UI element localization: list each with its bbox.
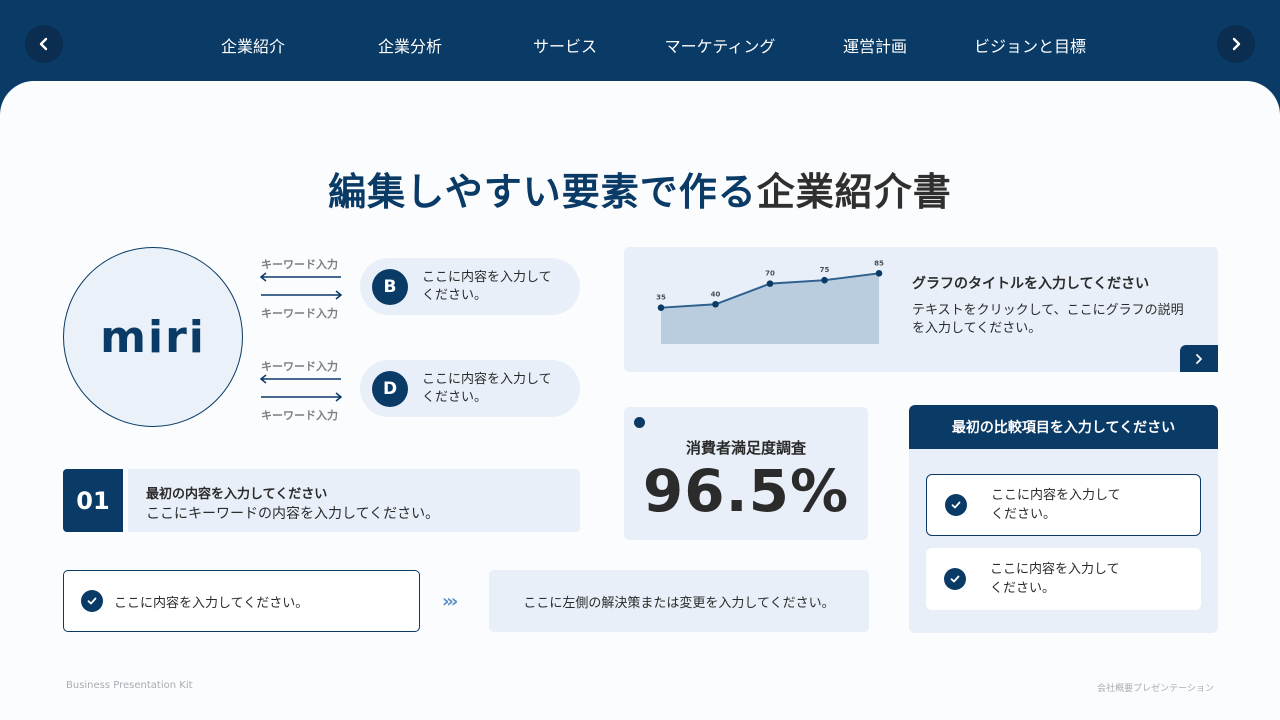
comparison-header[interactable]: 最初の比較項目を入力してください (909, 405, 1218, 449)
flow-card-d: D ここに内容を入力して ください。 (360, 360, 580, 417)
check-circle-icon (944, 568, 966, 590)
nav-menu: 企業紹介 企業分析 サービス マーケティング 運営計画 ビジョンと目標 (0, 0, 1280, 88)
nav-item-company-analysis[interactable]: 企業分析 (378, 33, 442, 57)
comparison-item-text[interactable]: ここに内容を入力して ください。 (990, 560, 1120, 598)
satisfaction-stat-card: 消費者満足度調査 96.5% (624, 407, 868, 540)
flow-card-text[interactable]: ここに内容を入力して ください。 (422, 371, 552, 407)
keyword-label: キーワード入力 (261, 360, 338, 373)
stat-label[interactable]: 消費者満足度調査 (624, 437, 868, 458)
flow-card-b: B ここに内容を入力して ください。 (360, 258, 580, 315)
flow-card-text[interactable]: ここに内容を入力して ください。 (422, 269, 552, 305)
arrow-right-icon (261, 392, 343, 402)
chevron-right-icon (1196, 353, 1202, 364)
next-slide-button[interactable] (1217, 25, 1255, 63)
solution-card: ここに左側の解決策または変更を入力してください。 (489, 570, 869, 632)
title-rest: 企業紹介書 (756, 170, 952, 214)
chart-data-point (766, 280, 774, 287)
check-circle-icon (945, 494, 967, 516)
dot-marker-icon (634, 417, 645, 428)
chevron-right-icon (1232, 37, 1241, 51)
arrow-right-icon (261, 290, 343, 300)
flow-text-b[interactable]: ここに内容を入力して ください。 (422, 270, 552, 303)
logo-text: miri (100, 311, 206, 363)
step-card: 01 最初の内容を入力してください ここにキーワードの内容を入力してください。 (63, 469, 580, 532)
chart-data-label: 35 (656, 294, 666, 302)
triple-chevron-icon: ››› (442, 591, 458, 612)
slide-content: 編集しやすい要素で作る企業紹介書 miri キーワード入力 キーワード入力 B … (0, 81, 1280, 720)
slide-title: 編集しやすい要素で作る企業紹介書 (0, 161, 1280, 216)
nav-item-services[interactable]: サービス (533, 33, 597, 57)
chart-data-point (712, 300, 719, 308)
graph-description[interactable]: テキストをクリックして、ここにグラフの説明を入力してください。 (912, 302, 1192, 338)
check-circle-icon (81, 590, 103, 612)
arrow-left-icon (259, 374, 341, 384)
keyword-label: キーワード入力 (261, 258, 338, 271)
chart-data-point (821, 276, 828, 284)
nav-item-company-intro[interactable]: 企業紹介 (221, 33, 285, 57)
step-description[interactable]: ここにキーワードの内容を入力してください。 (146, 503, 439, 523)
nav-item-marketing[interactable]: マーケティング (665, 33, 776, 57)
top-navigation-bar: 企業紹介 企業分析 サービス マーケティング 運営計画 ビジョンと目標 (0, 0, 1280, 90)
step-divider (123, 469, 128, 532)
title-accent: 編集しやすい要素で作る (328, 170, 757, 214)
company-logo: miri (63, 247, 243, 427)
graph-card: 35 40 70 75 85 グラフのタイトルを入力してください テキストをクリックして… (624, 247, 1218, 372)
problem-text[interactable]: ここに内容を入力してください。 (114, 592, 308, 611)
badge-b: B (372, 268, 408, 305)
chart-data-label: 70 (765, 270, 775, 278)
problem-card: ここに内容を入力してください。 (63, 570, 420, 632)
comparison-item[interactable]: ここに内容を入力して ください。 (926, 548, 1201, 610)
chart-data-point (875, 270, 883, 277)
badge-d: D (372, 370, 408, 407)
footer-title: 会社概要プレゼンテーション (1097, 684, 1214, 694)
nav-item-operation-plan[interactable]: 運営計画 (843, 33, 907, 57)
chart-data-label: 85 (874, 259, 884, 267)
solution-text[interactable]: ここに左側の解決策または変更を入力してください。 (523, 592, 834, 611)
flow-text-d[interactable]: ここに内容を入力して ください。 (422, 372, 552, 405)
area-chart: 35 40 70 75 85 (656, 259, 884, 344)
chart-data-label: 75 (820, 266, 830, 274)
keyword-label: キーワード入力 (261, 409, 338, 422)
step-title[interactable]: 最初の内容を入力してください (146, 483, 327, 502)
graph-next-button[interactable] (1180, 345, 1218, 372)
footer-brand: Business Presentation Kit (66, 680, 193, 691)
comparison-item[interactable]: ここに内容を入力して ください。 (926, 474, 1201, 536)
nav-item-vision-goals[interactable]: ビジョンと目標 (974, 33, 1086, 57)
chart-data-label: 40 (711, 290, 721, 298)
keyword-label: キーワード入力 (261, 307, 338, 320)
step-number: 01 (63, 469, 123, 532)
graph-title[interactable]: グラフのタイトルを入力してください (912, 273, 1149, 293)
stat-value[interactable]: 96.5% (624, 457, 868, 525)
comparison-card: 最初の比較項目を入力してください ここに内容を入力して ください。 ここに内容を… (909, 405, 1218, 633)
comparison-item-text[interactable]: ここに内容を入力して ください。 (991, 486, 1121, 524)
arrow-left-icon (259, 272, 341, 282)
chart-data-point (657, 304, 665, 311)
